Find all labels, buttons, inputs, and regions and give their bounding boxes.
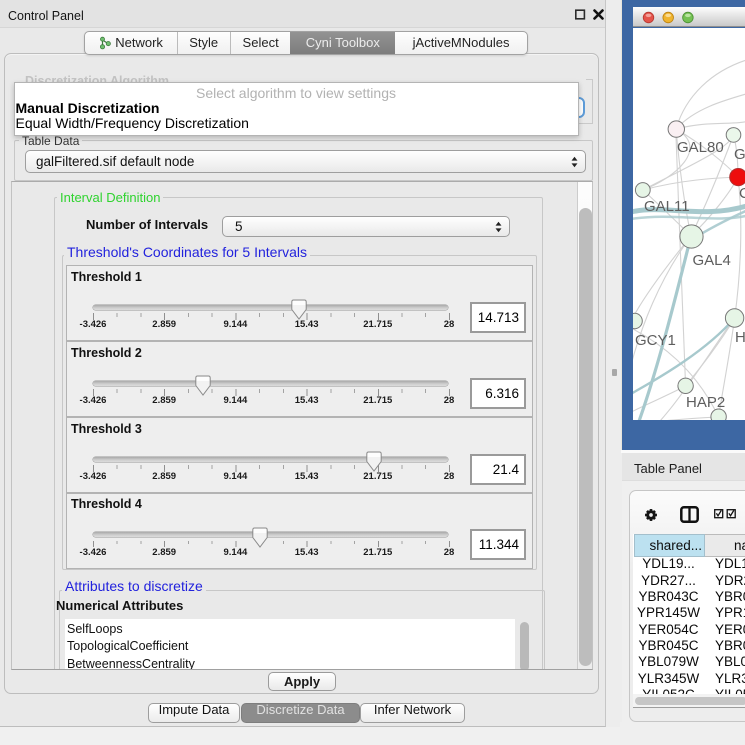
svg-text:GCY1: GCY1 (635, 332, 676, 349)
svg-text:HAP2: HAP2 (686, 394, 725, 411)
svg-text:GAL4: GAL4 (693, 252, 731, 269)
svg-text:GAL11: GAL11 (644, 198, 690, 215)
svg-text:CYC: CYC (739, 185, 745, 202)
svg-text:GAL7: GAL7 (734, 146, 745, 163)
svg-text:HIS: HIS (735, 329, 745, 346)
svg-text:GAL80: GAL80 (677, 139, 724, 156)
